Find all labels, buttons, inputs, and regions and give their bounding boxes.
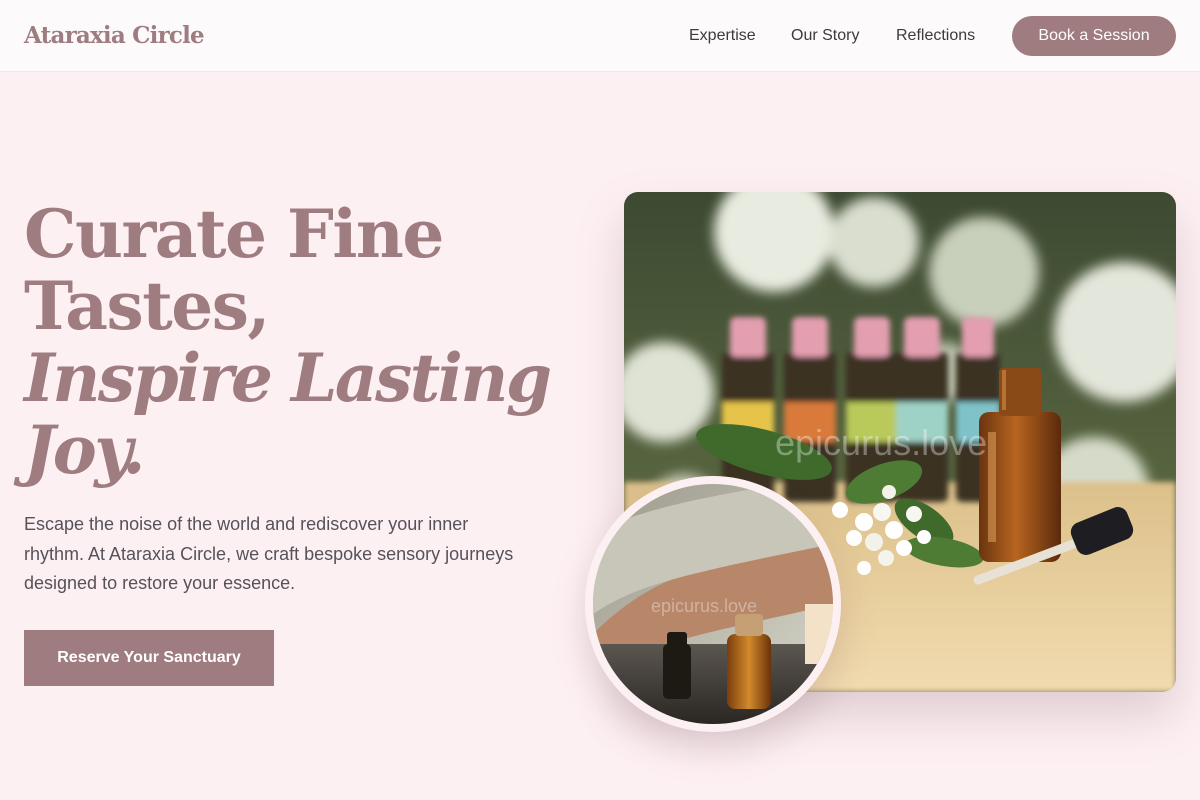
hero-title: Curate Fine Tastes, Inspire Lasting Joy.: [24, 195, 552, 489]
hero-title-line-4: Joy.: [24, 411, 146, 489]
inset-circle-photo: epicurus.love: [585, 476, 841, 732]
nav-link-reflections[interactable]: Reflections: [896, 27, 975, 45]
hero-title-line-3: Inspire Lasting: [24, 339, 552, 417]
inset-photo-watermark: epicurus.love: [651, 596, 757, 616]
main-photo-watermark: epicurus.love: [775, 422, 987, 463]
nav-link-our-story[interactable]: Our Story: [791, 27, 859, 45]
hero-title-line-1: Curate Fine: [24, 195, 444, 273]
site-logo[interactable]: Ataraxia Circle: [24, 22, 205, 49]
hero-description: Escape the noise of the world and redisc…: [24, 514, 514, 593]
nav-link-expertise[interactable]: Expertise: [689, 27, 756, 45]
book-session-button[interactable]: Book a Session: [1012, 16, 1176, 56]
site-header: Ataraxia Circle Expertise Our Story Refl…: [0, 0, 1200, 72]
reserve-sanctuary-button[interactable]: Reserve Your Sanctuary: [24, 630, 274, 686]
hero-title-line-2: Tastes,: [24, 267, 270, 345]
